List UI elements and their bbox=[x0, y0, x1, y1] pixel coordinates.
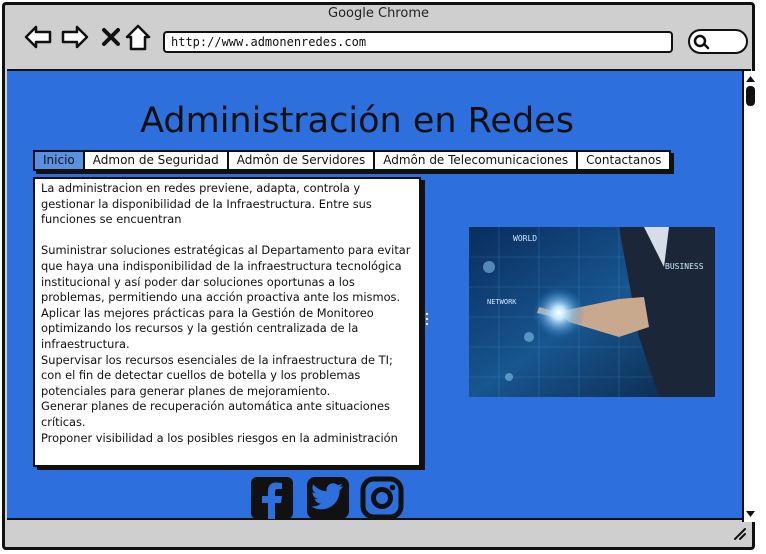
arrow-left-icon bbox=[24, 25, 52, 49]
instagram-link[interactable] bbox=[360, 476, 404, 520]
vertical-scrollbar[interactable] bbox=[742, 71, 757, 522]
menu-item-telecomunicaciones[interactable]: Admôn de Telecomunicaciones bbox=[375, 152, 579, 169]
status-bar bbox=[7, 522, 751, 544]
address-bar[interactable]: http://www.admonenredes.com bbox=[163, 31, 673, 53]
home-button[interactable] bbox=[123, 22, 153, 52]
arrow-right-icon bbox=[61, 25, 89, 49]
menu-item-contactanos[interactable]: Contactanos bbox=[578, 152, 669, 169]
facebook-icon bbox=[251, 477, 293, 519]
network-business-image: WORLD BUSINESS NETWORK bbox=[469, 227, 715, 397]
window-title: Google Chrome bbox=[328, 6, 429, 21]
page-title: Administración en Redes bbox=[140, 101, 574, 141]
content-text-panel[interactable]: La administracion en redes previene, ada… bbox=[33, 177, 421, 467]
image-label-network: NETWORK bbox=[487, 298, 517, 306]
scroll-up-icon[interactable] bbox=[745, 74, 756, 84]
menu-item-servidores[interactable]: Admôn de Servidores bbox=[229, 152, 376, 169]
scrollbar-thumb[interactable] bbox=[746, 86, 755, 106]
menu-item-seguridad[interactable]: Admon de Seguridad bbox=[85, 152, 229, 169]
twitter-icon bbox=[307, 477, 349, 519]
image-label-world: WORLD bbox=[513, 234, 537, 243]
search-box[interactable] bbox=[688, 29, 748, 54]
menu-item-inicio[interactable]: Inicio bbox=[35, 152, 85, 169]
twitter-link[interactable] bbox=[306, 476, 350, 520]
facebook-link[interactable] bbox=[250, 476, 294, 520]
forward-button[interactable] bbox=[60, 22, 90, 52]
scroll-down-icon[interactable] bbox=[745, 509, 756, 519]
main-menu: Inicio Admon de Seguridad Admôn de Servi… bbox=[33, 150, 672, 171]
back-button[interactable] bbox=[23, 22, 53, 52]
panel-resize-handle[interactable] bbox=[424, 311, 430, 327]
image-label-business: BUSINESS bbox=[665, 262, 704, 271]
search-icon bbox=[693, 34, 710, 50]
page-viewport: Administración en Redes Inicio Admon de … bbox=[7, 69, 757, 522]
instagram-icon bbox=[360, 476, 404, 520]
home-icon bbox=[125, 24, 151, 51]
content-text: La administracion en redes previene, ada… bbox=[41, 181, 411, 445]
resize-grip-icon[interactable] bbox=[733, 528, 747, 540]
